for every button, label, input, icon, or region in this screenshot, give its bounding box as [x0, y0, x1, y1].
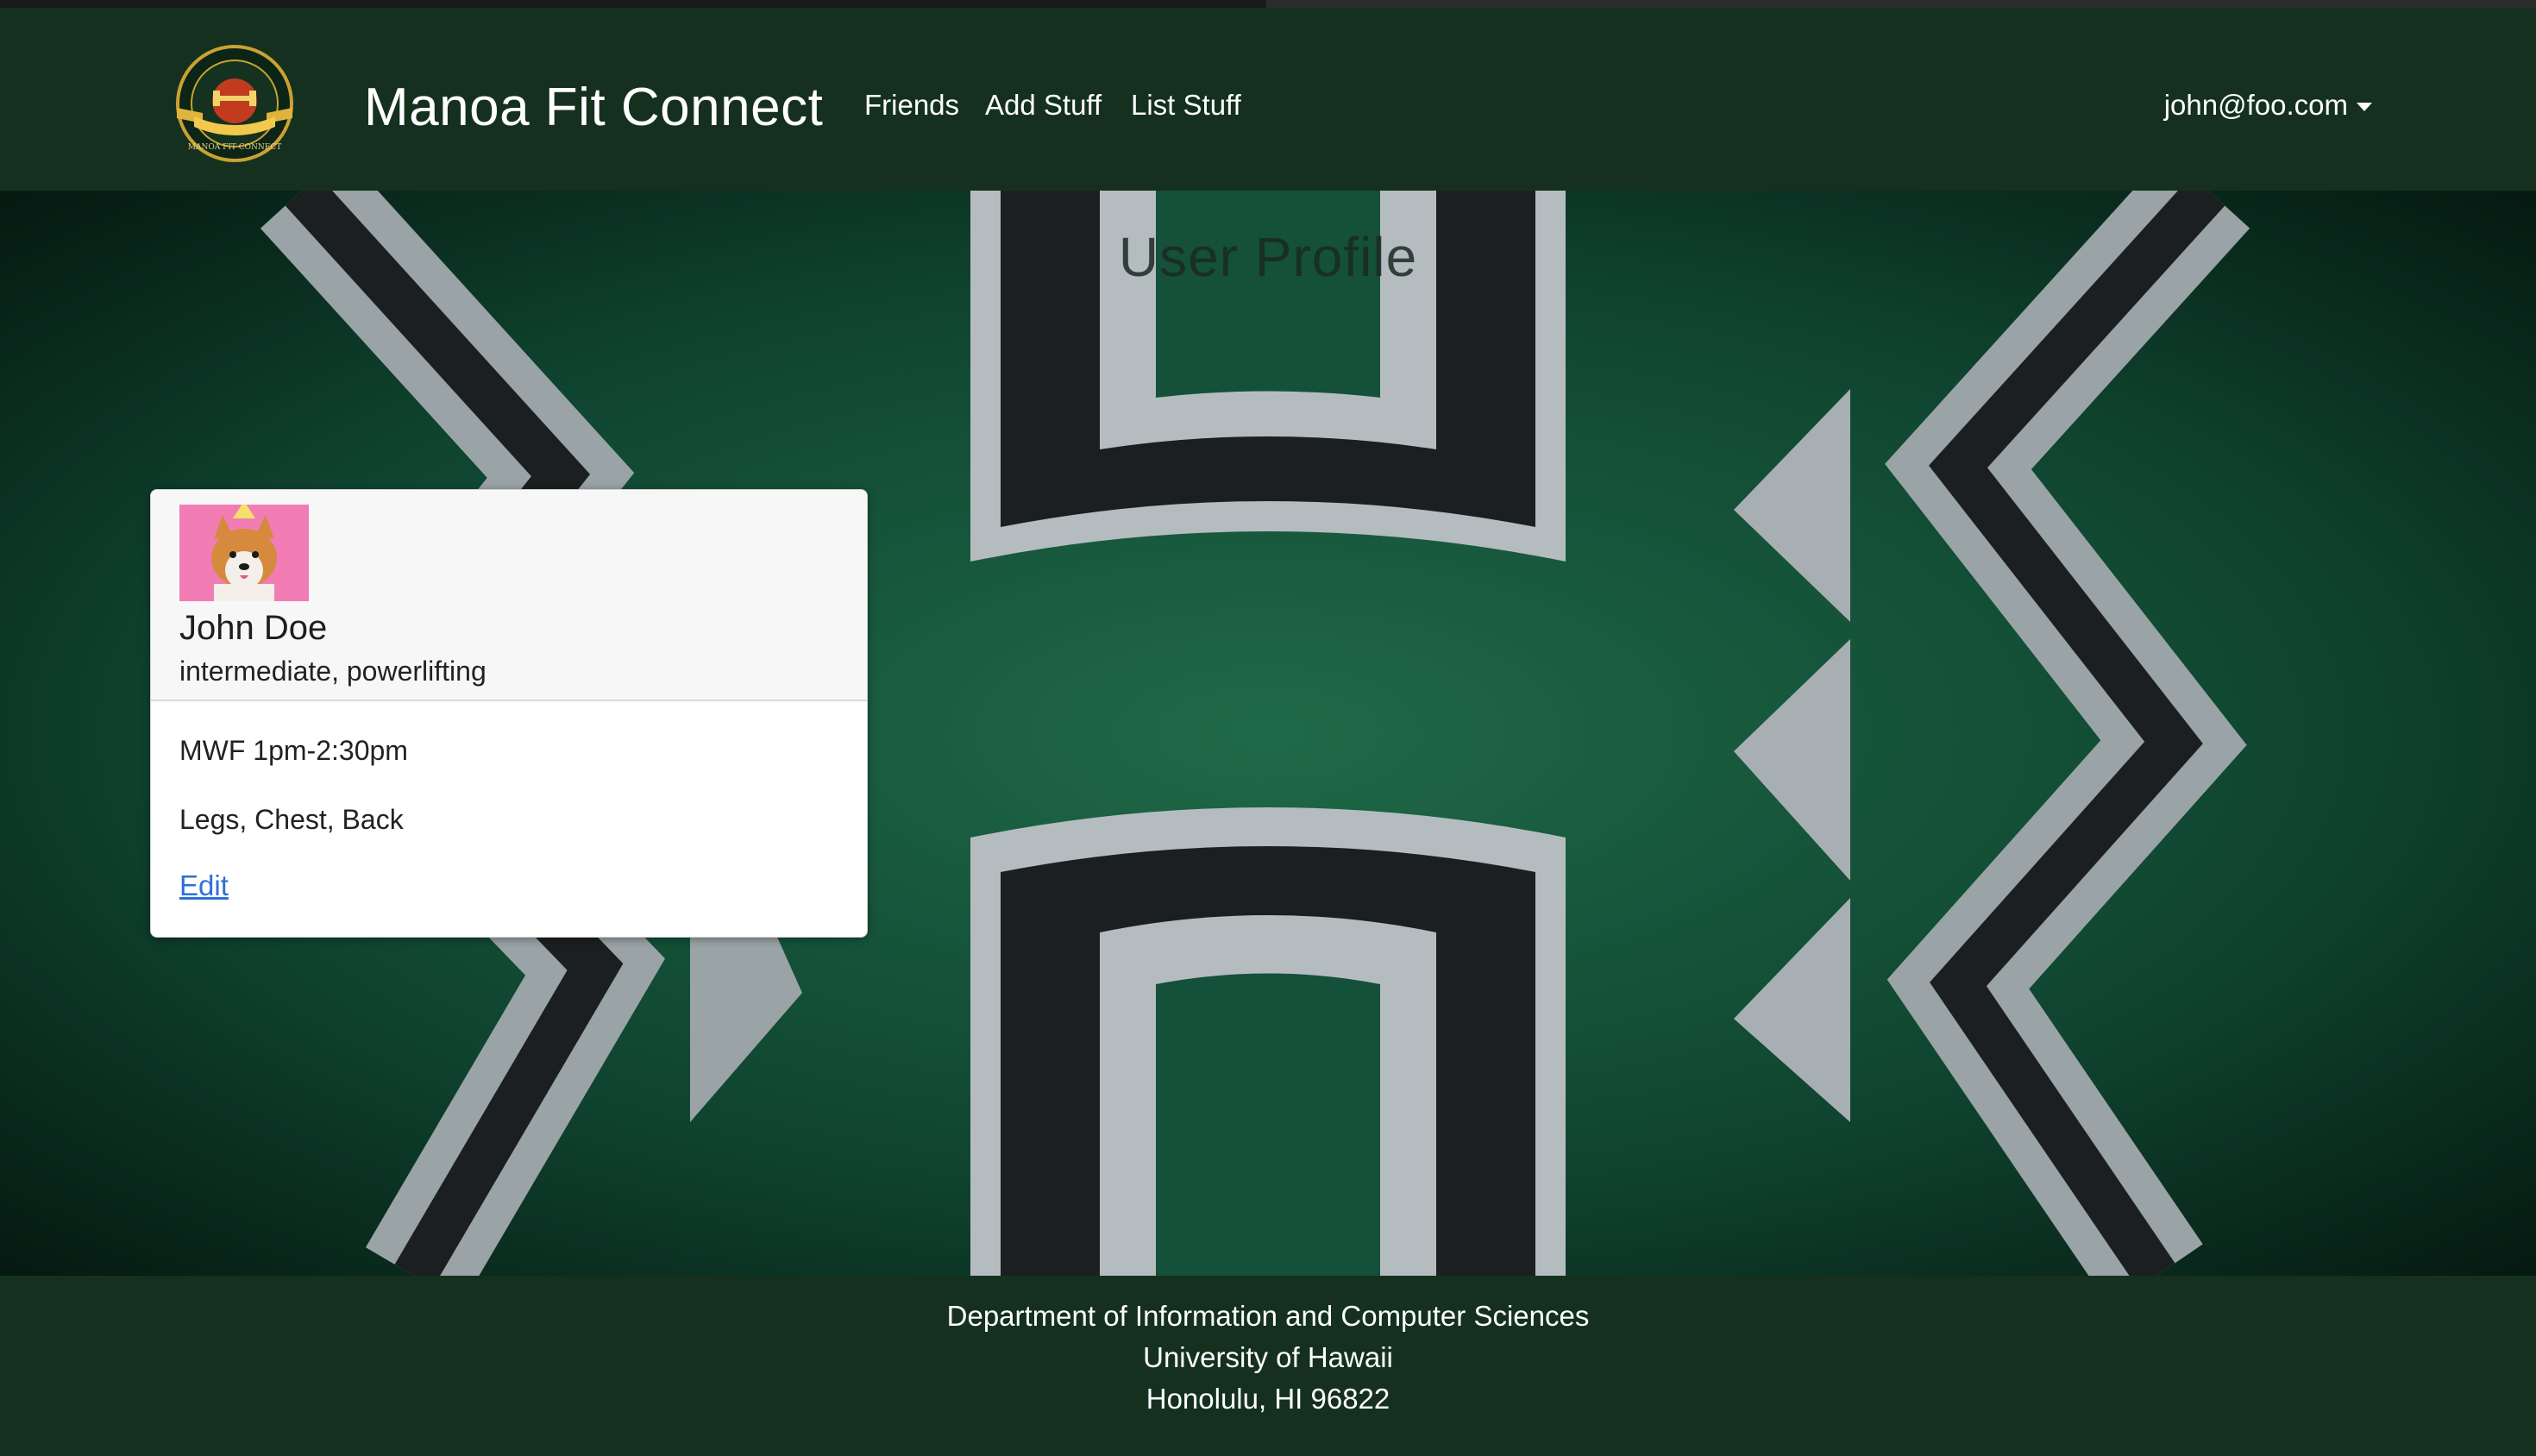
profile-schedule: MWF 1pm-2:30pm [179, 735, 408, 766]
browser-top-strip [0, 0, 2536, 8]
profile-card-header: John Doe intermediate, powerlifting [151, 490, 867, 701]
logo-icon[interactable]: MANOA FIT CONNECT [168, 44, 301, 163]
footer-line-address: Honolulu, HI 96822 [1146, 1383, 1390, 1415]
nav-link-add-stuff[interactable]: Add Stuff [985, 89, 1102, 122]
avatar [179, 505, 309, 601]
footer: Department of Information and Computer S… [0, 1276, 2536, 1456]
profile-name: John Doe [179, 609, 328, 647]
nav-link-friends[interactable]: Friends [864, 89, 959, 122]
footer-line-department: Department of Information and Computer S… [946, 1300, 1590, 1332]
edit-link[interactable]: Edit [179, 869, 229, 902]
brand-title[interactable]: Manoa Fit Connect [364, 77, 823, 138]
page-title: User Profile [1118, 226, 1418, 288]
corgi-party-hat-photo-icon [179, 505, 309, 601]
main-content: User Profile John Doe intermediate, powe… [0, 191, 2536, 1276]
user-dropdown[interactable]: john@foo.com [2164, 89, 2372, 122]
user-email: john@foo.com [2163, 89, 2348, 121]
logo-text: MANOA FIT CONNECT [188, 143, 281, 152]
profile-subtitle: intermediate, powerlifting [179, 656, 486, 687]
chevron-down-icon [2357, 103, 2372, 112]
nav-link-list-stuff[interactable]: List Stuff [1131, 89, 1241, 122]
footer-line-university: University of Hawaii [1143, 1341, 1393, 1373]
profile-focus: Legs, Chest, Back [179, 804, 404, 835]
profile-card: John Doe intermediate, powerlifting MWF … [150, 489, 868, 938]
navbar: MANOA FIT CONNECT Manoa Fit Connect Frie… [0, 8, 2536, 191]
